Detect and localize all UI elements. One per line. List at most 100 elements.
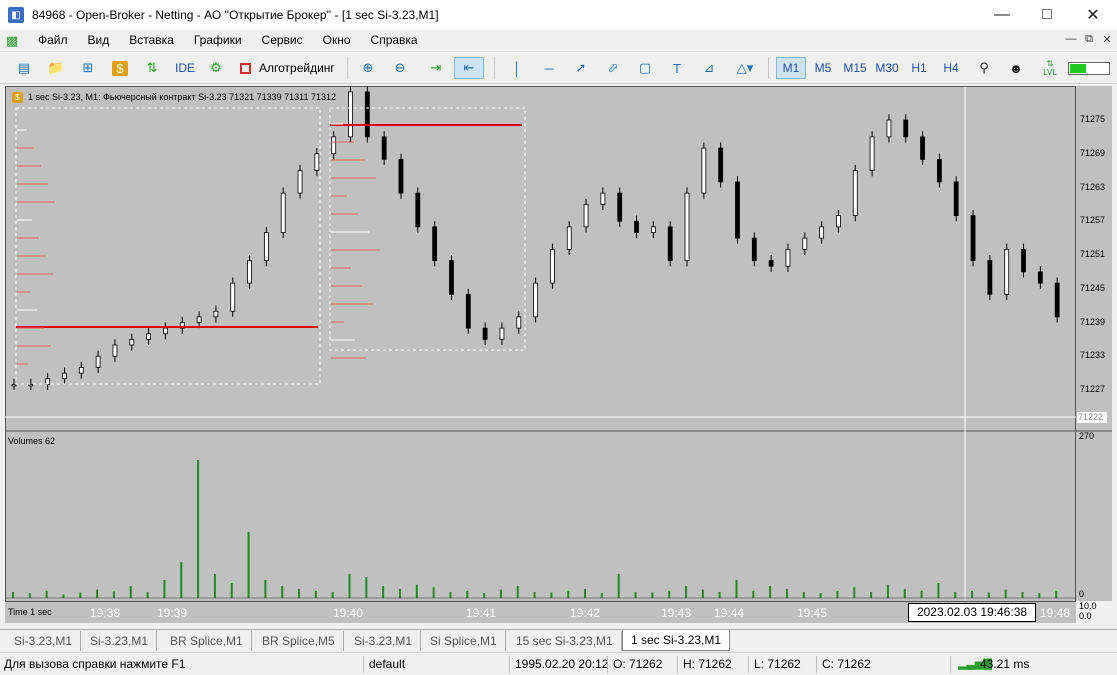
level2-glyph: ⇅ (1046, 59, 1054, 68)
price-tick-label: 71227 (1080, 384, 1106, 394)
menu-charts[interactable]: Графики (184, 30, 252, 51)
time-tick-label: 19:39 (157, 606, 188, 620)
new-chart-icon[interactable]: ⊞ (76, 57, 100, 79)
chart-shift-icon[interactable]: ⇥ (422, 57, 450, 79)
data-folder-icon[interactable]: 📁 (44, 57, 68, 79)
time-tick-label: 19:41 (466, 606, 497, 620)
tab-chart-5[interactable]: Si-3.23,M1 (346, 631, 422, 651)
timeframe-h1-button[interactable]: H1 (904, 57, 934, 79)
volume-tick-label: 0.0 (1079, 611, 1092, 621)
tab-chart-2[interactable]: Si-3.23,M1 (82, 631, 158, 651)
level2-icon[interactable]: ⇅ LVL (1038, 57, 1062, 79)
menu-insert[interactable]: Вставка (119, 30, 184, 51)
coin-icon: $ (12, 92, 23, 104)
tab-chart-4[interactable]: BR Splice,M5 (254, 631, 344, 651)
mdi-close-button[interactable]: ✕ (1098, 33, 1116, 49)
dollar-icon[interactable]: $ (108, 57, 132, 79)
time-tick-label: 19:40 (333, 606, 364, 620)
algo-trading-button[interactable]: Алготрейдинг (236, 57, 340, 79)
maximize-button[interactable]: □ (1024, 0, 1070, 30)
rectangle-icon[interactable]: ▢ (633, 57, 657, 79)
timeframe-m15-button[interactable]: M15 (840, 57, 870, 79)
price-tick-label: 71239 (1080, 316, 1106, 327)
menu-window[interactable]: Окно (313, 30, 361, 51)
minimize-button[interactable]: — (979, 0, 1025, 30)
price-tick-label: 71257 (1080, 215, 1106, 226)
toolbar: ▤ 📁 ⊞ $ ⇅ IDE ⚙ Алготрейдинг ⊕ ⊖ ⇥ ⇤ │ ─… (0, 51, 1117, 84)
timeframe-h4-button[interactable]: H4 (936, 57, 966, 79)
status-separator (509, 656, 510, 673)
tab-chart-6[interactable]: Si Splice,M1 (422, 631, 506, 651)
price-tick-label: 71233 (1080, 350, 1106, 361)
stop-square-icon (240, 62, 251, 74)
algo-trading-label: Алготрейдинг (259, 61, 335, 75)
account-icon[interactable]: ☻ (1004, 57, 1028, 79)
chart-window[interactable] (5, 86, 1076, 623)
mdi-restore-button[interactable]: ⧉ (1080, 33, 1098, 49)
terminal-window: ◧ 84968 - Open-Broker - Netting - АО ''О… (0, 0, 1117, 675)
time-axis[interactable]: Time 1 sec 19:38 19:39 19:40 19:41 19:42 19:4… (5, 601, 1076, 623)
autoscroll-icon[interactable]: ⇤ (454, 57, 484, 79)
timeframe-m30-button[interactable]: M30 (872, 57, 902, 79)
trade-arrows-icon[interactable]: ⇅ (140, 57, 164, 79)
time-tick-label: 19:45 (797, 606, 828, 620)
time-tick-label: 19:38 (90, 606, 121, 620)
tab-chart-7[interactable]: 15 sec Si-3.23,M1 (508, 631, 622, 651)
chart-caption-text: 1 sec Si-3.23, M1: Фьючерсный контракт S… (28, 92, 337, 102)
chart-tabs: Si-3.23,M1 Si-3.23,M1 BR Splice,M1 BR Sp… (0, 629, 1117, 651)
toolbar-separator (768, 57, 769, 79)
tab-chart-3[interactable]: BR Splice,M1 (162, 631, 252, 651)
shapes-dropdown-icon[interactable]: △▾ (727, 57, 763, 79)
price-tick-label: 71263 (1080, 181, 1106, 192)
status-profile: default (369, 657, 406, 671)
market-watch-icon[interactable]: ▤ (12, 57, 36, 79)
chart-candles-icon: ▩ (6, 32, 19, 48)
ide-button[interactable]: IDE (172, 57, 198, 79)
price-tick-label: 71269 (1080, 147, 1106, 158)
tab-chart-8[interactable]: 1 sec Si-3.23,M1 (622, 630, 731, 651)
current-price-label: 71222 (1077, 412, 1107, 423)
volume-caption: Volumes 62 (8, 436, 56, 446)
fibo-fan-icon[interactable]: ⊿ (697, 57, 721, 79)
text-tool-icon[interactable]: T (665, 57, 689, 79)
status-datetime: 1995.02.20 20:12 (515, 657, 609, 671)
status-ping: 43.21 ms (980, 657, 1030, 671)
menu-file[interactable]: Файл (28, 30, 78, 51)
zoom-in-icon[interactable]: ⊕ (356, 57, 380, 79)
volume-tick-label: 10.0 (1079, 601, 1097, 611)
status-separator (748, 656, 749, 673)
toolbar-separator (494, 57, 495, 79)
horizontal-line-icon[interactable]: ─ (537, 57, 561, 79)
timeframe-label: Time 1 sec (8, 607, 52, 617)
mdi-minimize-button[interactable]: — (1062, 33, 1080, 49)
timeframe-m1-button[interactable]: M1 (776, 57, 806, 79)
app-logo-icon: ◧ (8, 7, 24, 23)
zoom-out-icon[interactable]: ⊖ (388, 57, 412, 79)
trendline-icon[interactable]: ➚ (569, 57, 593, 79)
status-separator (677, 656, 678, 673)
price-tick-label: 71275 (1080, 114, 1106, 124)
status-high: H: 71262 (683, 657, 732, 671)
time-tick-label: 19:43 (661, 606, 692, 620)
timeframe-m5-button[interactable]: M5 (808, 57, 838, 79)
connection-bar-icon (1068, 61, 1110, 75)
status-separator (950, 656, 951, 673)
volume-axis[interactable] (1076, 431, 1112, 601)
menu-tools[interactable]: Сервис (252, 30, 313, 51)
time-tick-label: 19:48 (1040, 606, 1071, 620)
status-separator (607, 656, 608, 673)
status-separator (816, 656, 817, 673)
menu-view[interactable]: Вид (78, 30, 120, 51)
time-tick-label: 19:44 (714, 606, 745, 620)
price-tick-label: 71245 (1080, 282, 1106, 293)
menu-help[interactable]: Справка (361, 30, 428, 51)
close-button[interactable]: ✕ (1070, 0, 1116, 30)
gear-icon[interactable]: ⚙ (204, 57, 228, 79)
volume-tick-label: 0 (1079, 589, 1085, 599)
time-tick-label: 19:42 (570, 606, 601, 620)
channel-icon[interactable]: ⬀ (601, 57, 625, 79)
search-icon[interactable]: ⚲ (972, 57, 996, 79)
tab-chart-1[interactable]: Si-3.23,M1 (6, 631, 82, 651)
status-bar: Для вызова справки нажмите F1 default 19… (0, 652, 1117, 675)
vertical-line-icon[interactable]: │ (505, 57, 529, 79)
